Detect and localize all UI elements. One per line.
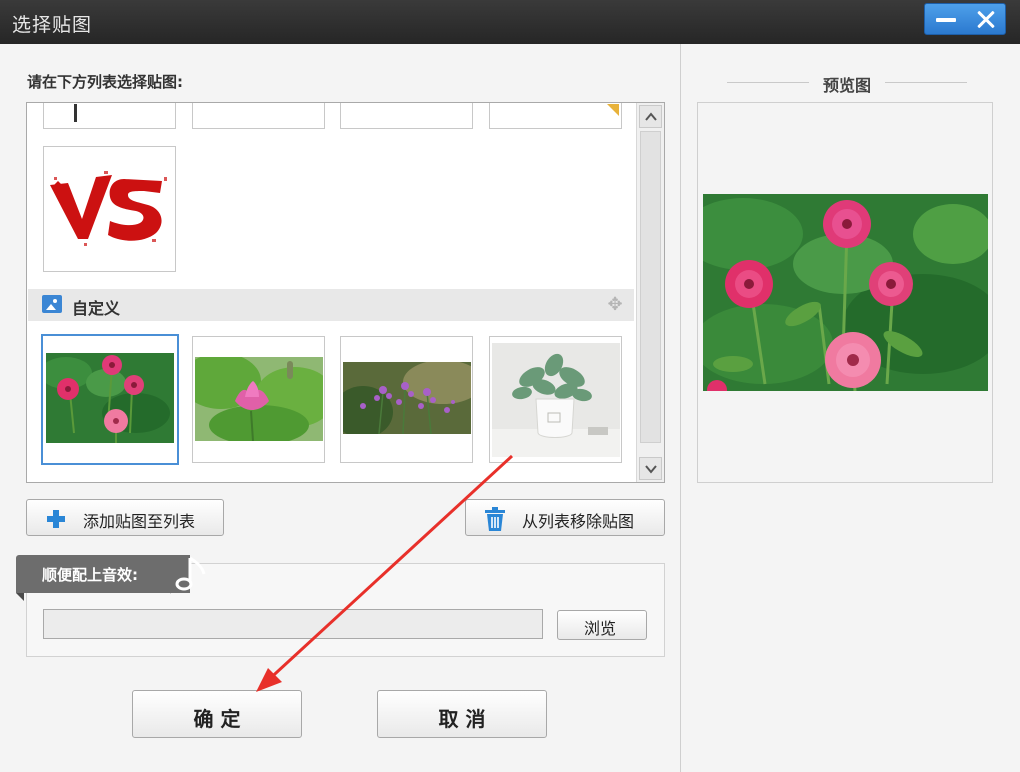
annotation-arrow — [256, 454, 514, 692]
